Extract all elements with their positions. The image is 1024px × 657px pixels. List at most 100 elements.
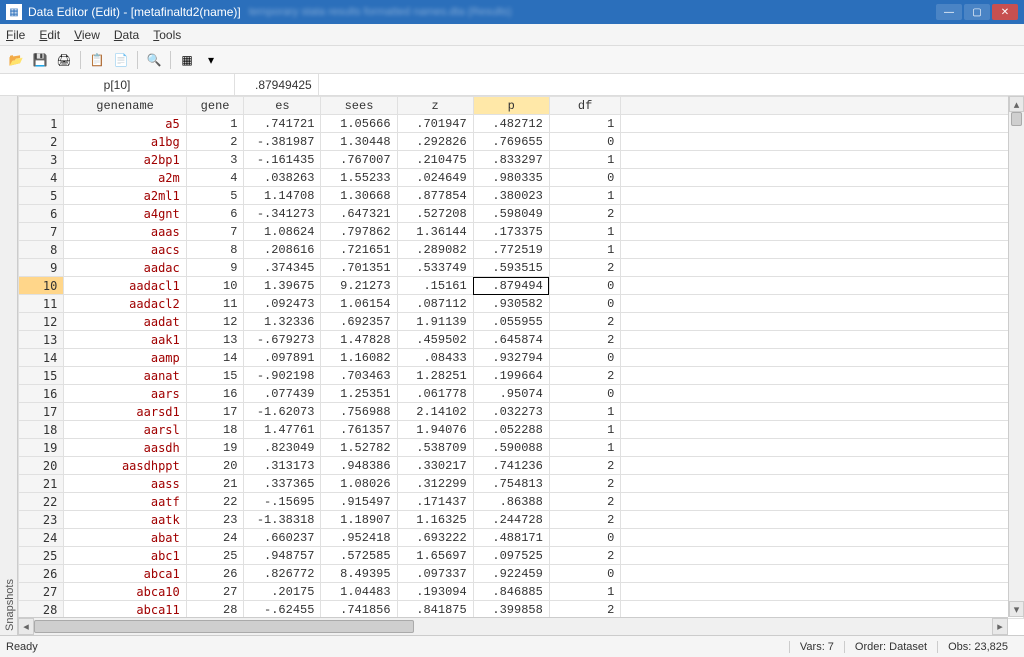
cell-z[interactable]: .701947 xyxy=(397,115,473,133)
cell-p[interactable]: .741236 xyxy=(473,457,549,475)
menu-data[interactable]: Data xyxy=(114,28,139,42)
cell-z[interactable]: 2.14102 xyxy=(397,403,473,421)
cell-z[interactable]: .097337 xyxy=(397,565,473,583)
filter-icon[interactable]: ▦ xyxy=(177,50,197,70)
cell-gene[interactable]: 25 xyxy=(186,547,244,565)
table-row[interactable]: 6a4gnt6-.341273.647321.527208.5980492 xyxy=(19,205,1024,223)
cell-gene[interactable]: 21 xyxy=(186,475,244,493)
cell-p[interactable]: .399858 xyxy=(473,601,549,619)
col-header-genename[interactable]: genename xyxy=(64,97,186,115)
cell-p[interactable]: .380023 xyxy=(473,187,549,205)
scroll-right-icon[interactable]: ▸ xyxy=(992,618,1008,635)
row-number[interactable]: 14 xyxy=(19,349,64,367)
cell-genename[interactable]: a2m xyxy=(64,169,186,187)
row-number[interactable]: 1 xyxy=(19,115,64,133)
cell-es[interactable]: 1.47761 xyxy=(244,421,321,439)
cell-gene[interactable]: 22 xyxy=(186,493,244,511)
cell-df[interactable]: 1 xyxy=(549,439,621,457)
cell-gene[interactable]: 10 xyxy=(186,277,244,295)
cell-sees[interactable]: 8.49395 xyxy=(321,565,397,583)
cell-gene[interactable]: 27 xyxy=(186,583,244,601)
cell-z[interactable]: .459502 xyxy=(397,331,473,349)
cell-es[interactable]: -.15695 xyxy=(244,493,321,511)
cell-sees[interactable]: 1.16082 xyxy=(321,349,397,367)
cell-gene[interactable]: 9 xyxy=(186,259,244,277)
cell-z[interactable]: .289082 xyxy=(397,241,473,259)
cell-gene[interactable]: 16 xyxy=(186,385,244,403)
cell-es[interactable]: .660237 xyxy=(244,529,321,547)
row-number[interactable]: 2 xyxy=(19,133,64,151)
dropdown-icon[interactable]: ▾ xyxy=(201,50,221,70)
cell-reference[interactable]: p[10] xyxy=(0,74,235,95)
cell-es[interactable]: .038263 xyxy=(244,169,321,187)
cell-gene[interactable]: 6 xyxy=(186,205,244,223)
cell-sees[interactable]: .703463 xyxy=(321,367,397,385)
cell-genename[interactable]: abca1 xyxy=(64,565,186,583)
cell-df[interactable]: 2 xyxy=(549,493,621,511)
row-number[interactable]: 15 xyxy=(19,367,64,385)
cell-genename[interactable]: aacs xyxy=(64,241,186,259)
row-number[interactable]: 8 xyxy=(19,241,64,259)
cell-genename[interactable]: aadacl1 xyxy=(64,277,186,295)
cell-df[interactable]: 0 xyxy=(549,169,621,187)
cell-sees[interactable]: .797862 xyxy=(321,223,397,241)
table-row[interactable]: 7aaas71.08624.7978621.36144.1733751 xyxy=(19,223,1024,241)
cell-genename[interactable]: aak1 xyxy=(64,331,186,349)
cell-df[interactable]: 0 xyxy=(549,529,621,547)
cell-p[interactable]: .173375 xyxy=(473,223,549,241)
row-number[interactable]: 27 xyxy=(19,583,64,601)
row-number[interactable]: 18 xyxy=(19,421,64,439)
cell-sees[interactable]: .767007 xyxy=(321,151,397,169)
cell-gene[interactable]: 19 xyxy=(186,439,244,457)
cell-gene[interactable]: 11 xyxy=(186,295,244,313)
cell-gene[interactable]: 20 xyxy=(186,457,244,475)
table-row[interactable]: 5a2ml151.147081.30668.877854.3800231 xyxy=(19,187,1024,205)
cell-sees[interactable]: 1.05666 xyxy=(321,115,397,133)
cell-sees[interactable]: 1.30448 xyxy=(321,133,397,151)
cell-gene[interactable]: 18 xyxy=(186,421,244,439)
cell-genename[interactable]: abca10 xyxy=(64,583,186,601)
cell-z[interactable]: .312299 xyxy=(397,475,473,493)
cell-z[interactable]: .533749 xyxy=(397,259,473,277)
cell-genename[interactable]: aadat xyxy=(64,313,186,331)
cell-z[interactable]: .061778 xyxy=(397,385,473,403)
scroll-up-icon[interactable]: ▴ xyxy=(1009,96,1024,112)
cell-z[interactable]: .210475 xyxy=(397,151,473,169)
row-number[interactable]: 17 xyxy=(19,403,64,421)
cell-z[interactable]: .527208 xyxy=(397,205,473,223)
cell-z[interactable]: .330217 xyxy=(397,457,473,475)
cell-df[interactable]: 2 xyxy=(549,601,621,619)
cell-es[interactable]: .097891 xyxy=(244,349,321,367)
table-row[interactable]: 24abat24.660237.952418.693222.4881710 xyxy=(19,529,1024,547)
cell-genename[interactable]: aass xyxy=(64,475,186,493)
row-number[interactable]: 25 xyxy=(19,547,64,565)
cell-gene[interactable]: 12 xyxy=(186,313,244,331)
cell-sees[interactable]: .952418 xyxy=(321,529,397,547)
row-number[interactable]: 28 xyxy=(19,601,64,619)
cell-df[interactable]: 2 xyxy=(549,547,621,565)
cell-es[interactable]: -.381987 xyxy=(244,133,321,151)
cell-es[interactable]: .20175 xyxy=(244,583,321,601)
cell-p[interactable]: .86388 xyxy=(473,493,549,511)
cell-gene[interactable]: 15 xyxy=(186,367,244,385)
table-row[interactable]: 12aadat121.32336.6923571.91139.0559552 xyxy=(19,313,1024,331)
cell-genename[interactable]: aadac xyxy=(64,259,186,277)
cell-gene[interactable]: 13 xyxy=(186,331,244,349)
cell-sees[interactable]: .721651 xyxy=(321,241,397,259)
browse-icon[interactable]: 🔍 xyxy=(144,50,164,70)
cell-z[interactable]: 1.28251 xyxy=(397,367,473,385)
cell-es[interactable]: .077439 xyxy=(244,385,321,403)
cell-df[interactable]: 0 xyxy=(549,133,621,151)
cell-gene[interactable]: 4 xyxy=(186,169,244,187)
cell-p[interactable]: .879494 xyxy=(473,277,549,295)
row-number[interactable]: 20 xyxy=(19,457,64,475)
cell-df[interactable]: 1 xyxy=(549,403,621,421)
table-row[interactable]: 3a2bp13-.161435.767007.210475.8332971 xyxy=(19,151,1024,169)
row-number[interactable]: 19 xyxy=(19,439,64,457)
cell-df[interactable]: 0 xyxy=(549,277,621,295)
cell-sees[interactable]: .701351 xyxy=(321,259,397,277)
row-number[interactable]: 16 xyxy=(19,385,64,403)
cell-es[interactable]: .823049 xyxy=(244,439,321,457)
table-row[interactable]: 8aacs8.208616.721651.289082.7725191 xyxy=(19,241,1024,259)
horizontal-scroll-thumb[interactable] xyxy=(34,620,414,633)
